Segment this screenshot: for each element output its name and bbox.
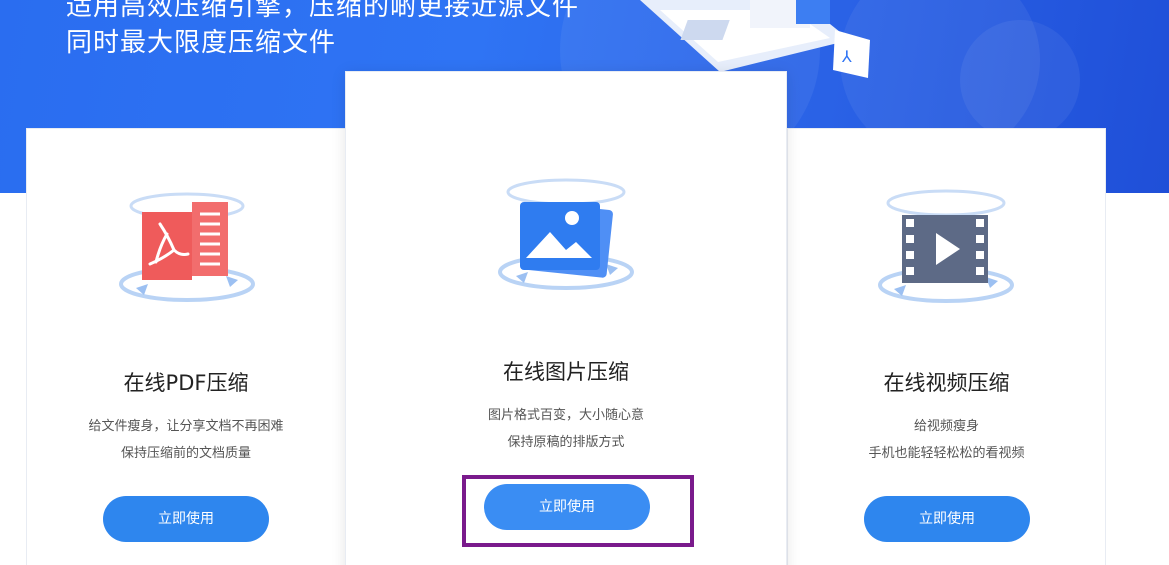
use-now-button[interactable]: 立即使用 [864,496,1030,542]
hero-headline: 适用高效压缩引擎，压缩的啲更接近源文件 [66,0,580,22]
hero-decor-blob [960,20,1080,140]
card-description: 手机也能轻轻松松的看视频 [868,446,1025,461]
card-description: 给视频瘦身 [913,419,979,434]
card-description: 图片格式百变，大小随心意 [487,408,644,423]
image-icon [498,178,634,290]
svg-text:⅄: ⅄ [841,47,852,66]
card-description: 保持原稿的排版方式 [507,435,625,450]
card-title: 在线视频压缩 [883,371,1010,395]
video-compress-card: 在线视频压缩 给视频瘦身 手机也能轻轻松松的看视频 立即使用 [787,128,1106,565]
page: 适用高效压缩引擎，压缩的啲更接近源文件 同时最大限度压缩文件 ⅄ 在线PDF压缩… [0,0,1169,565]
card-description: 给文件瘦身，让分享文档不再困难 [88,419,284,434]
pdf-icon [119,192,255,302]
use-now-button[interactable]: 立即使用 [103,496,269,542]
card-title: 在线PDF压缩 [123,371,249,395]
selection-highlight-box [462,475,694,547]
card-description: 保持压缩前的文档质量 [120,446,251,461]
pdf-compress-card: 在线PDF压缩 给文件瘦身，让分享文档不再困难 保持压缩前的文档质量 立即使用 [26,128,346,565]
video-icon [878,189,1014,303]
card-title: 在线图片压缩 [503,360,629,384]
hero-subheadline: 同时最大限度压缩文件 [66,28,337,58]
